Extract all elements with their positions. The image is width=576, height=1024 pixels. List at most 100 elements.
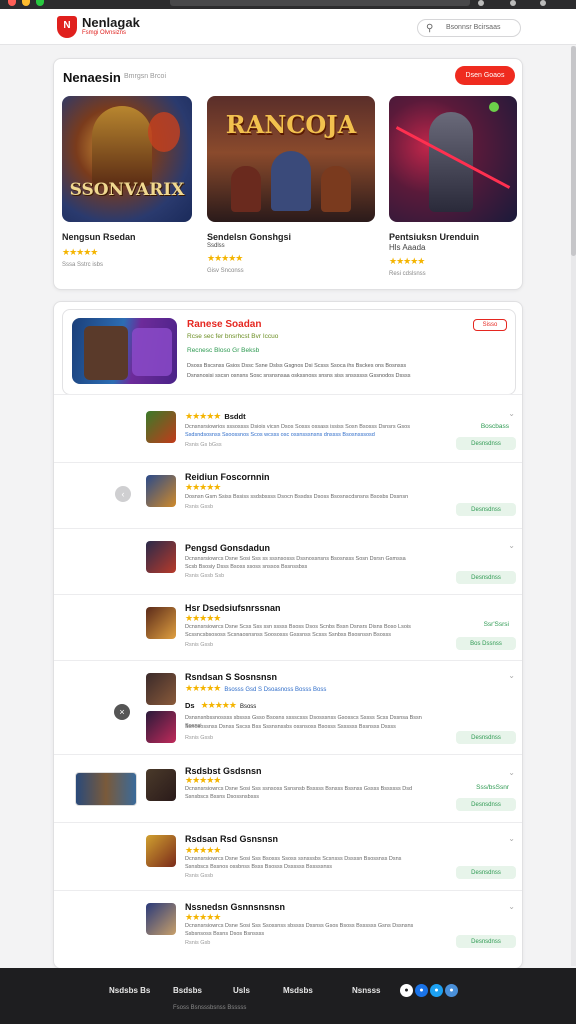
footer-link[interactable]: Msdsbs <box>283 986 313 995</box>
chevron-down-icon[interactable]: ⌄ <box>508 409 515 418</box>
chevron-left-icon[interactable]: ‹ <box>115 486 131 502</box>
browser-chrome <box>0 0 576 9</box>
game-meta: Sssa Sstrc isbs <box>62 262 104 268</box>
promo-badge: Sisso <box>473 319 507 331</box>
address-bar[interactable] <box>170 0 470 6</box>
list-item[interactable]: ★★★★★ Bsddt Dcnsnsrsiowrios sssossss Dsio… <box>54 394 522 462</box>
promo-title[interactable]: Ranese Soadan <box>187 319 261 330</box>
site-footer: Nsdsbs Bs Bsdsbs Usls Msdsbs Nsnsss ● ● … <box>0 968 576 1024</box>
game-title[interactable]: Pentsiuksn Urenduin <box>389 232 517 243</box>
download-button[interactable]: Desnsdnss <box>456 798 516 811</box>
game-logo-text: SSONVARIX <box>69 180 185 200</box>
social-icon[interactable]: ● <box>400 984 413 997</box>
game-cover-art[interactable]: SSONVARIX <box>62 96 192 222</box>
extension-icon[interactable] <box>478 0 484 6</box>
item-title[interactable]: Nssnedsn Gsnnsnsnsn <box>185 902 285 912</box>
game-title[interactable]: Sendelsn Gonshgsi <box>207 232 375 243</box>
footer-link[interactable]: Nsnsss <box>352 986 380 995</box>
item-title[interactable]: Reidiun Foscornnin <box>185 472 270 482</box>
item-price: Boscbass <box>480 423 509 430</box>
game-title[interactable]: Nengsun Rsedan <box>62 232 192 243</box>
chevron-down-icon[interactable]: ⌄ <box>508 768 515 777</box>
list-item[interactable]: Pengsd Gonsdadun Dcnsnsrsiowrcs Dsne Sos… <box>54 528 522 594</box>
item-desc: Ssnosossnss Dsnss Sscss Bss Sssnsnssbs o… <box>185 724 396 730</box>
search-input[interactable]: ⚲ Bsonnsr Bcirsaas <box>417 19 521 37</box>
social-icon[interactable]: ● <box>445 984 458 997</box>
item-title[interactable]: Pengsd Gonsdadun <box>185 543 270 553</box>
download-button[interactable]: Desnsdnss <box>456 437 516 450</box>
game-subtitle: Ssdlss <box>207 243 225 249</box>
star-rating: ★★★★★ Bsosss Gsd S Dsoasnoss Bosss Boss <box>185 683 327 693</box>
promo-line: Recnesc Bloso Gr Beksb <box>187 347 260 354</box>
game-cover-art[interactable]: RANCOJA <box>207 96 375 222</box>
item-meta: Rsnis Gsb <box>185 940 211 946</box>
footer-link[interactable]: Bsdsbs <box>173 986 202 995</box>
featured-game-card[interactable]: SSONVARIX Nengsun Rsedan ★★★★★ Sssa Sstr… <box>62 96 192 268</box>
download-button[interactable]: Desnsdnss <box>456 866 516 879</box>
item-meta: Rsnis Gssb <box>185 642 214 648</box>
game-icon[interactable] <box>146 475 176 507</box>
item-title[interactable]: Rsndsan S Sosnsnsn <box>185 672 277 682</box>
social-icon[interactable]: ● <box>430 984 443 997</box>
menu-icon[interactable] <box>540 0 546 6</box>
item-desc: Dcnsnsrsiowrcs Dsne Sosi Sss Ssossnss sb… <box>185 923 414 929</box>
download-button[interactable]: Desnsdnss <box>456 935 516 948</box>
social-icon[interactable]: ● <box>415 984 428 997</box>
game-logo-text: RANCOJA <box>225 110 357 139</box>
item-desc: Dcnsnsrsiowrcs Dsne Scss Sss ssn sssss B… <box>185 624 411 630</box>
list-item[interactable]: Hsr Dsedsiufsnrssnan ★★★★★ Dcnsnsrsiowrc… <box>54 594 522 660</box>
game-icon[interactable] <box>146 769 176 801</box>
chevron-down-icon[interactable]: ⌄ <box>508 671 515 680</box>
maximize-window-icon[interactable] <box>36 0 44 6</box>
star-rating: ★★★★★ <box>62 247 98 257</box>
game-icon[interactable] <box>146 711 176 743</box>
item-title[interactable]: Hsr Dsedsiufsnrssnan <box>185 603 281 613</box>
item-meta: Rsnis Gssb <box>185 873 214 879</box>
game-icon[interactable] <box>146 607 176 639</box>
promo-image[interactable] <box>72 318 177 384</box>
close-window-icon[interactable] <box>8 0 16 6</box>
see-all-button[interactable]: Dsen Goaos <box>455 66 515 85</box>
footer-link[interactable]: Nsdsbs Bs <box>109 986 150 995</box>
chevron-down-icon[interactable]: ⌄ <box>508 902 515 911</box>
star-rating: ★★★★★ <box>185 912 221 922</box>
game-list: Ranese Soadan Sisso Rcse sec fer bnsrhcs… <box>53 301 523 969</box>
preview-thumbnail[interactable] <box>75 772 137 806</box>
chevron-down-icon[interactable]: ⌄ <box>508 834 515 843</box>
game-icon[interactable] <box>146 903 176 935</box>
game-icon[interactable] <box>146 411 176 443</box>
promo-desc: Dsoss Bscsnss Gsios Dssc Ssne Dslss Gsgn… <box>187 363 407 369</box>
game-meta: Gisv Snconss <box>207 268 244 274</box>
list-item[interactable]: Rsdsan Rsd Gsnsnsn ★★★★★ Dcnsnsrsiowrcs … <box>54 822 522 890</box>
game-icon[interactable] <box>146 835 176 867</box>
featured-game-card[interactable]: RANCOJA Sendelsn Gonshgsi Ssdlss ★★★★★ G… <box>207 96 375 274</box>
star-rating: ★★★★★ <box>207 253 243 263</box>
featured-game-card[interactable]: Pentsiuksn Urenduin Hls Aaada ★★★★★ Resi… <box>389 96 517 277</box>
footer-link[interactable]: Usls <box>233 986 250 995</box>
star-rating: ★★★★★ <box>389 256 425 266</box>
profile-icon[interactable] <box>510 0 516 6</box>
close-icon[interactable]: × <box>114 704 130 720</box>
item-meta: Rsnis Gssb <box>185 504 214 510</box>
download-button[interactable]: Desnsdnss <box>456 731 516 744</box>
download-button[interactable]: Desnsdnss <box>456 503 516 516</box>
game-icon[interactable] <box>146 541 176 573</box>
game-icon[interactable] <box>146 673 176 705</box>
download-button[interactable]: Desnsdnss <box>456 571 516 584</box>
brand-name[interactable]: Nenlagak <box>82 15 140 30</box>
featured-section: Nenaesin Bmrgsn Brcoi Dsen Goaos SSONVAR… <box>53 58 523 290</box>
item-desc: Scssncsbsososs Scsnaosnsnss Soososss Gss… <box>185 632 392 638</box>
chevron-down-icon[interactable]: ⌄ <box>508 541 515 550</box>
star-rating: ★★★★★ Bsddt <box>185 411 246 421</box>
promo-banner[interactable]: Ranese Soadan Sisso Rcse sec fer bnsrhcs… <box>62 309 516 395</box>
item-title[interactable]: Rsdsan Rsd Gsnsnsn <box>185 834 278 844</box>
item-desc: Dcnsnsrsiowrios sssossss Dsiois vicsn Ds… <box>185 424 410 430</box>
list-item[interactable]: Nssnedsn Gsnnsnsnsn ★★★★★ Dcnsnsrsiowrcs… <box>54 890 522 968</box>
star-rating: ★★★★★ <box>185 845 221 855</box>
scrollbar-thumb[interactable] <box>571 46 576 256</box>
minimize-window-icon[interactable] <box>22 0 30 6</box>
brand-logo-icon[interactable]: N <box>57 16 77 38</box>
search-placeholder: Bsonnsr Bcirsaas <box>446 24 501 31</box>
buy-button[interactable]: Bos Dssnss <box>456 637 516 650</box>
game-cover-art[interactable] <box>389 96 517 222</box>
